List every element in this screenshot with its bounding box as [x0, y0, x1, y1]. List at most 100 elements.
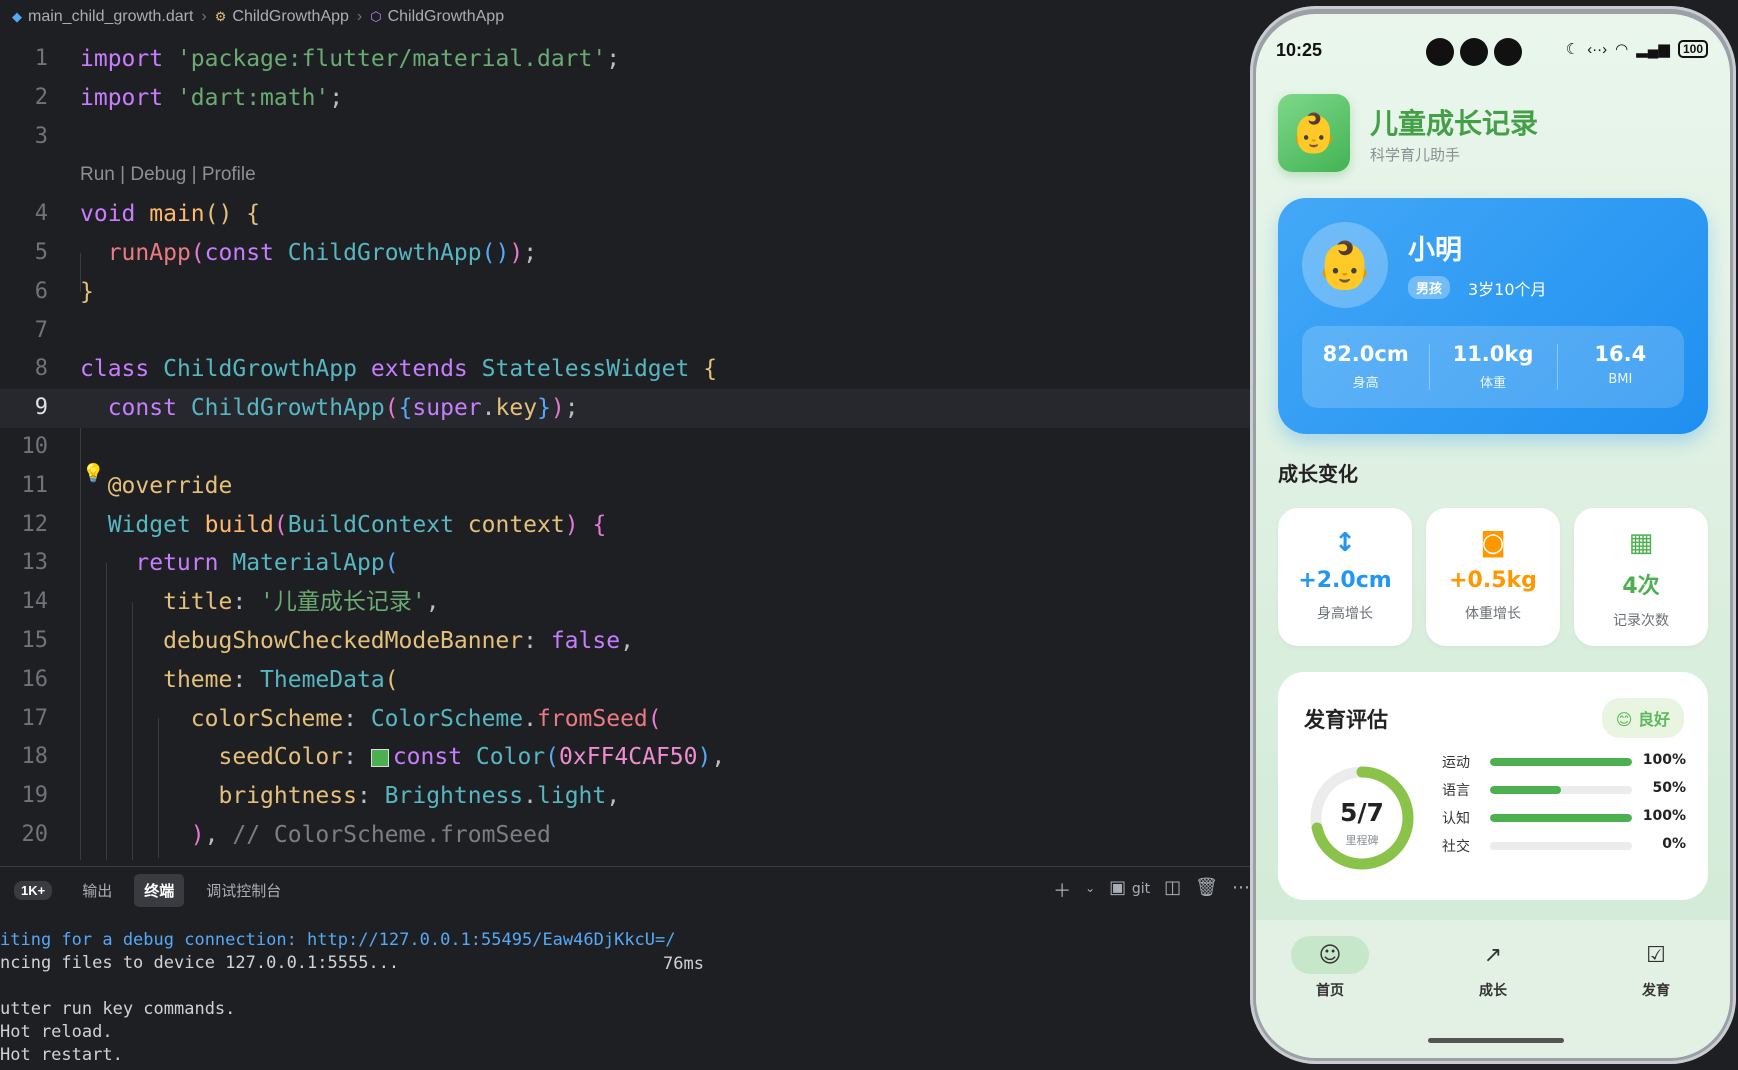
gender-badge: 男孩 [1408, 276, 1451, 299]
terminal-line: Hot reload. [0, 1022, 113, 1042]
code-line[interactable]: 11 @override [0, 467, 1250, 506]
checklist-icon: ☑ [1646, 942, 1666, 968]
code-line[interactable]: 2 import 'dart:math'; [0, 79, 1250, 118]
metric-value: 16.4 [1594, 342, 1647, 366]
change-value: +2.0cm [1298, 568, 1392, 593]
code-line[interactable]: 7 [0, 312, 1250, 351]
bar-track [1490, 814, 1632, 822]
terminal-icon[interactable]: ▣ git [1109, 877, 1150, 903]
nav-development[interactable]: ☑ 发育 [1606, 936, 1706, 1000]
color-swatch[interactable] [370, 748, 389, 767]
battery-icon: 100 [1677, 40, 1708, 58]
child-profile-card[interactable]: 👶 小明 男孩 3岁10个月 82.0cm 身高 11.0kg 体重 16.4 … [1278, 198, 1708, 434]
chevron-down-icon[interactable]: ⌄ [1085, 881, 1095, 903]
metric-weight: 11.0kg 体重 [1429, 326, 1556, 408]
weight-change-card[interactable]: ◙ +0.5kg 体重增长 [1426, 508, 1560, 646]
breadcrumb-member[interactable]: ChildGrowthApp [388, 8, 505, 26]
nav-home[interactable]: ☺ 首页 [1280, 936, 1380, 1000]
code-line[interactable]: 10 [0, 428, 1250, 467]
bar-percent: 100% [1642, 752, 1686, 768]
height-change-card[interactable]: ↕ +2.0cm 身高增长 [1278, 508, 1412, 646]
code-line[interactable]: 21 useMaterial3: true, [0, 855, 1250, 860]
breadcrumb-file[interactable]: main_child_growth.dart [28, 8, 193, 26]
code-line[interactable]: 19 brightness: Brightness.light, [0, 777, 1250, 816]
bar-percent: 0% [1662, 836, 1686, 852]
terminal-line[interactable]: iting for a debug connection: http://127… [0, 929, 676, 952]
nav-label: 发育 [1642, 983, 1670, 999]
code-line[interactable]: 5 runApp(const ChildGrowthApp()); [0, 234, 1250, 273]
nav-label: 成长 [1479, 983, 1507, 999]
bar-label: 社交 [1442, 839, 1470, 855]
bar-fill [1490, 758, 1632, 766]
section-title: 成长变化 [1278, 462, 1358, 486]
dart-file-icon: ◆ [12, 9, 22, 24]
code-line[interactable]: 13 return MaterialApp( [0, 544, 1250, 583]
lightbulb-icon[interactable]: 💡 [82, 463, 104, 484]
dev-bar-social: 社交 0% [1442, 836, 1686, 856]
bar-fill [1490, 786, 1561, 794]
code-line[interactable]: 15 debugShowCheckedModeBanner: false, [0, 622, 1250, 661]
code-editor[interactable]: ◆ main_child_growth.dart › ⚙ ChildGrowth… [0, 0, 1250, 1070]
code-line[interactable]: 6} [0, 273, 1250, 312]
camera-icon [1494, 38, 1522, 66]
code-line[interactable]: 16 theme: ThemeData( [0, 661, 1250, 700]
height-arrow-icon: ↕ [1334, 528, 1356, 558]
code-line[interactable]: 20 ), // ColorScheme.fromSeed [0, 816, 1250, 855]
terminal-line: ncing files to device 127.0.0.1:5555... [0, 953, 400, 973]
metrics-panel: 82.0cm 身高 11.0kg 体重 16.4 BMI [1302, 326, 1684, 408]
code-line[interactable]: 17 colorScheme: ColorScheme.fromSeed( [0, 700, 1250, 739]
code-line[interactable]: 12 Widget build(BuildContext context) { [0, 506, 1250, 545]
metric-height: 82.0cm 身高 [1302, 326, 1429, 408]
camera-icon [1460, 38, 1488, 66]
tab-terminal[interactable]: 终端 [134, 873, 185, 907]
change-value: +0.5kg [1449, 568, 1537, 593]
class-icon: ⚙ [214, 9, 227, 24]
calendar-icon: ▦ [1628, 528, 1654, 558]
smile-icon: ☺ [1291, 936, 1369, 974]
record-count-card[interactable]: ▦ 4次 记录次数 [1574, 508, 1708, 646]
bar-fill [1490, 814, 1632, 822]
milestone-value: 5/7 [1340, 798, 1384, 827]
tab-output[interactable]: 输出 [72, 874, 122, 907]
app-subtitle: 科学育儿助手 [1370, 146, 1461, 164]
code-icon: ‹··› [1587, 40, 1608, 58]
baby-logo-icon: 👶 [1278, 94, 1350, 172]
add-terminal-icon[interactable]: ＋ [1053, 877, 1071, 903]
code-line[interactable]: 14 title: '儿童成长记录', [0, 583, 1250, 622]
problems-count-badge[interactable]: 1K+ [14, 880, 53, 900]
app-title: 儿童成长记录 [1370, 107, 1539, 140]
code-line[interactable]: 4 void main() { [0, 195, 1250, 234]
bar-track [1490, 842, 1632, 850]
terminal-output[interactable]: iting for a debug connection: http://127… [0, 929, 676, 1067]
metric-bmi: 16.4 BMI [1556, 326, 1684, 408]
breadcrumb-class[interactable]: ChildGrowthApp [232, 8, 349, 26]
bar-percent: 100% [1642, 808, 1686, 824]
trash-icon[interactable]: 🗑 [1195, 877, 1218, 903]
home-indicator[interactable] [1428, 1038, 1564, 1043]
code-line-current[interactable]: 9 const ChildGrowthApp({super.key}); [0, 389, 1250, 428]
code-line[interactable]: 18 seedColor: const Color(0xFF4CAF50), [0, 738, 1250, 777]
tab-debug-console[interactable]: 调试控制台 [196, 874, 291, 907]
codelens-run-debug-profile[interactable]: Run | Debug | Profile [80, 156, 256, 195]
bar-percent: 50% [1652, 780, 1686, 796]
nav-growth[interactable]: ↗ 成长 [1443, 936, 1543, 1000]
codelens-line: Run | Debug | Profile [0, 156, 1250, 195]
phone-screen: 10:25 ☾ ‹··› ◠ ▂▄▆ 100 👶 儿童成长记录 科学育儿助手 👶… [1256, 14, 1730, 1058]
code-line[interactable]: 8 class ChildGrowthApp extends StatelessW… [0, 350, 1250, 389]
split-icon[interactable]: ◫ [1164, 877, 1181, 903]
code-area[interactable]: 1 import 'package:flutter/material.dart';… [0, 40, 1250, 860]
chevron-right-icon: › [356, 8, 363, 25]
breadcrumb: ◆ main_child_growth.dart › ⚙ ChildGrowth… [0, 0, 1015, 34]
change-label: 身高增长 [1317, 606, 1373, 622]
metric-label: 体重 [1479, 376, 1506, 391]
bottom-panel: 1K+ 输出 终端 调试控制台 ＋ ⌄ ▣ git ◫ 🗑 ⋯ iting fo… [0, 866, 1250, 1070]
terminal-line: utter run key commands. [0, 999, 236, 1019]
camera-icon [1426, 38, 1454, 66]
dev-bar-language: 语言 50% [1442, 780, 1686, 800]
code-line[interactable]: 1 import 'package:flutter/material.dart'; [0, 40, 1250, 79]
terminal-line: Hot restart. [0, 1045, 123, 1065]
development-card[interactable]: 发育评估 😊 良好 5/7 里程碑 运动 100% 语言 50% 认知 100%… [1278, 672, 1708, 900]
code-line[interactable]: 3 [0, 118, 1250, 157]
more-icon[interactable]: ⋯ [1232, 877, 1250, 903]
